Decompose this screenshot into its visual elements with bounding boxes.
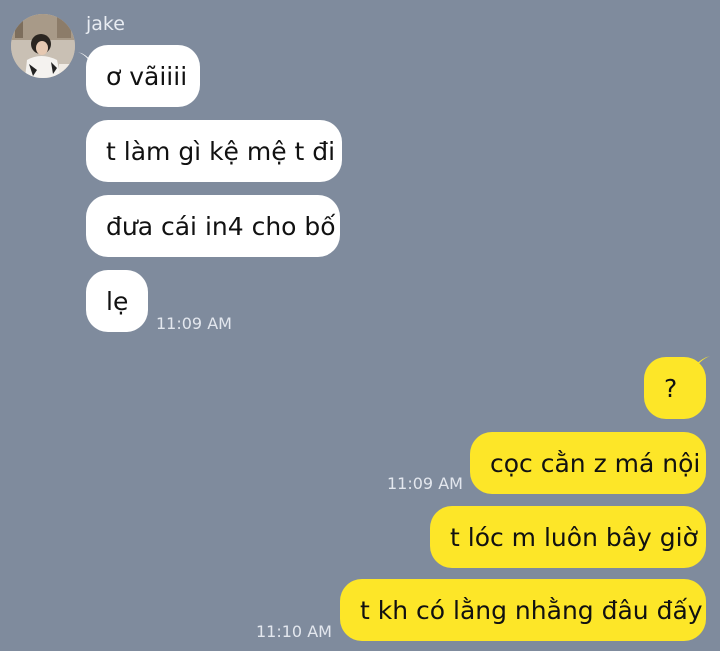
message-timestamp: 11:10 AM [256,622,332,641]
message-text: lẹ [106,286,129,316]
message-bubble-incoming[interactable]: t làm gì kệ mệ t đi [86,120,342,182]
message-text: t kh có lằng nhằng đâu đấy [360,595,703,625]
message-text: ? [664,373,678,403]
message-text: t lóc m luôn bây giờ [450,522,698,552]
outgoing-bubble-tail [694,356,710,370]
message-text: ơ vãiiii [106,61,188,91]
message-text: cọc cằn z má nội [490,448,701,478]
message-text: đưa cái in4 cho bố [106,211,336,241]
sender-name: jake [86,13,125,35]
message-bubble-incoming[interactable]: lẹ [86,270,148,332]
message-bubble-incoming[interactable]: ơ vãiiii [86,45,200,107]
message-bubble-outgoing[interactable]: t lóc m luôn bây giờ [430,506,706,568]
message-bubble-outgoing[interactable]: t kh có lằng nhằng đâu đấy [340,579,706,641]
contact-avatar[interactable] [11,14,75,78]
message-text: t làm gì kệ mệ t đi [106,136,336,166]
message-bubble-outgoing[interactable]: cọc cằn z má nội [470,432,706,494]
message-bubble-incoming[interactable]: đưa cái in4 cho bố [86,195,340,257]
message-timestamp: 11:09 AM [387,474,463,493]
message-timestamp: 11:09 AM [156,314,232,333]
avatar-photo [11,14,75,78]
